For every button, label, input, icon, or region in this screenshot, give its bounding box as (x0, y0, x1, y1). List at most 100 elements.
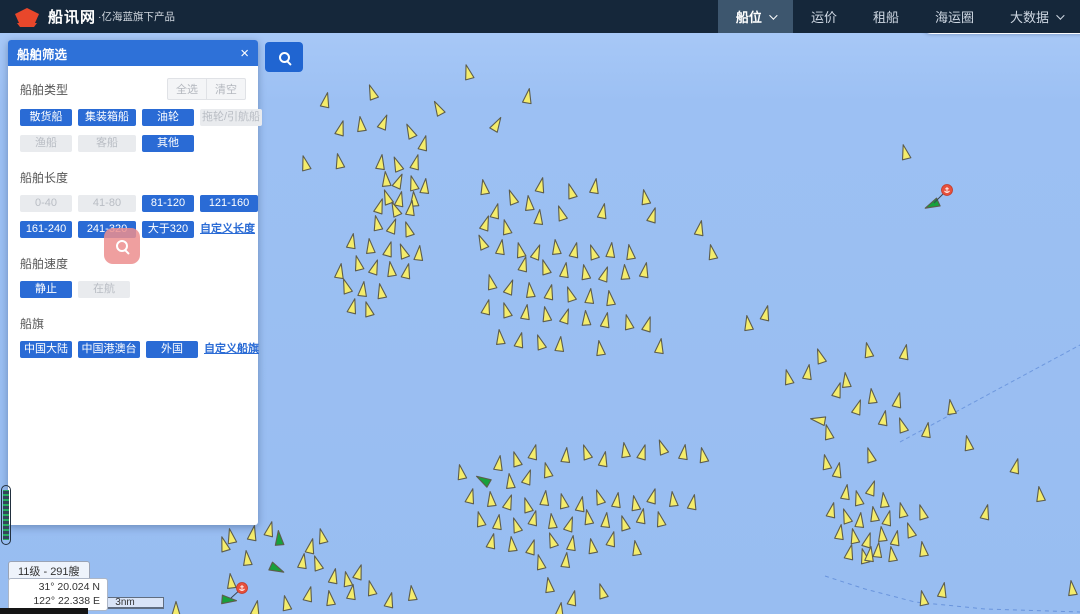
ship-marker[interactable] (222, 595, 237, 605)
ship-marker[interactable] (887, 546, 898, 562)
ship-marker[interactable] (903, 522, 916, 539)
ship-marker[interactable] (569, 242, 581, 258)
ship-marker[interactable] (579, 264, 590, 280)
ship-marker[interactable] (339, 278, 352, 295)
ship-marker[interactable] (465, 488, 477, 504)
ship-marker[interactable] (518, 256, 530, 272)
ship-marker[interactable] (533, 334, 546, 351)
ship-marker[interactable] (637, 444, 649, 460)
ship-marker[interactable] (563, 286, 576, 303)
ship-marker[interactable] (561, 447, 571, 462)
ship-marker[interactable] (622, 314, 634, 330)
ship-marker[interactable] (394, 191, 405, 207)
ship-marker[interactable] (852, 399, 865, 416)
ship-marker[interactable] (554, 205, 567, 222)
ship-marker[interactable] (620, 442, 631, 458)
flag-foreign-button[interactable]: 外国 (146, 341, 198, 358)
ship-marker[interactable] (494, 455, 505, 471)
ship-marker[interactable] (687, 494, 698, 510)
type-container-button[interactable]: 集装箱船 (78, 109, 136, 126)
type-passenger-button[interactable]: 客船 (78, 135, 136, 152)
ship-marker[interactable] (485, 274, 497, 290)
ship-marker[interactable] (1035, 486, 1046, 502)
ship-marker[interactable] (414, 245, 424, 260)
clear-button[interactable]: 清空 (207, 78, 246, 100)
ship-marker[interactable] (654, 511, 666, 527)
flag-china-mainland-button[interactable]: 中国大陆 (20, 341, 72, 358)
speed-static-button[interactable]: 静止 (20, 281, 72, 298)
ship-marker[interactable] (496, 239, 507, 255)
zoom-slider[interactable] (1, 485, 11, 545)
ship-marker[interactable] (247, 525, 258, 541)
ship-marker[interactable] (521, 304, 532, 320)
ship-marker[interactable] (625, 244, 636, 260)
ship-marker[interactable] (474, 473, 491, 488)
ship-marker[interactable] (475, 233, 489, 250)
ship-marker[interactable] (396, 242, 409, 259)
ship-marker[interactable] (873, 542, 883, 557)
ship-marker[interactable] (922, 422, 933, 438)
ship-marker[interactable] (384, 592, 396, 608)
ship-marker[interactable] (631, 540, 642, 556)
ship-marker[interactable] (567, 590, 579, 606)
ship-marker[interactable] (534, 209, 544, 224)
ship-marker[interactable] (325, 590, 336, 606)
flag-china-hmt-button[interactable]: 中国港澳台 (78, 341, 140, 358)
ship-marker[interactable] (879, 492, 889, 507)
ship-marker[interactable] (782, 369, 794, 385)
ship-marker[interactable] (810, 414, 826, 425)
ship-marker[interactable] (848, 528, 859, 544)
ship-marker[interactable] (605, 290, 616, 306)
ship-marker[interactable] (697, 447, 708, 463)
ship-marker[interactable] (668, 491, 678, 506)
ship-marker[interactable] (500, 302, 512, 318)
search-button[interactable] (265, 42, 303, 72)
ship-marker[interactable] (377, 113, 390, 130)
custom-flag-link[interactable]: 自定义船旗 (204, 341, 259, 358)
ship-marker[interactable] (392, 172, 406, 189)
ship-marker[interactable] (528, 510, 540, 526)
ship-marker[interactable] (877, 526, 887, 541)
ship-marker[interactable] (528, 444, 540, 460)
ship-marker[interactable] (867, 388, 877, 403)
ship-marker[interactable] (505, 188, 518, 205)
ship-marker[interactable] (510, 451, 522, 467)
ship-marker[interactable] (490, 203, 502, 219)
ship-marker[interactable] (371, 215, 382, 231)
ship-marker[interactable] (878, 410, 889, 426)
ship-marker[interactable] (618, 515, 630, 531)
ship-marker[interactable] (365, 238, 375, 253)
ship-marker[interactable] (486, 533, 498, 549)
ship-marker[interactable] (892, 392, 904, 408)
ship-marker[interactable] (407, 585, 417, 600)
ship-marker[interactable] (899, 344, 910, 360)
ship-marker[interactable] (595, 340, 606, 356)
nav-item-charter[interactable]: 租船 (855, 0, 917, 33)
ship-marker[interactable] (862, 532, 874, 548)
ship-marker[interactable] (655, 438, 668, 455)
ship-marker[interactable] (601, 512, 611, 527)
length-0-40-button[interactable]: 0-40 (20, 195, 72, 212)
ship-marker[interactable] (507, 536, 517, 551)
ship-marker[interactable] (333, 153, 344, 169)
ship-marker[interactable] (560, 262, 571, 278)
ship-marker[interactable] (320, 92, 331, 108)
ship-marker[interactable] (403, 122, 417, 139)
ship-marker[interactable] (524, 195, 534, 210)
ship-marker[interactable] (544, 577, 555, 593)
ship-marker[interactable] (620, 264, 630, 279)
ship-marker[interactable] (172, 602, 181, 614)
ship-marker[interactable] (455, 464, 466, 480)
ship-marker[interactable] (383, 241, 395, 257)
ship-marker[interactable] (386, 261, 397, 277)
nav-item-shipping-circle[interactable]: 海运圈 (917, 0, 992, 33)
speed-underway-button[interactable]: 在航 (78, 281, 130, 298)
ship-marker[interactable] (481, 299, 493, 315)
ship-marker[interactable] (938, 582, 949, 598)
ship-marker[interactable] (839, 508, 852, 525)
ship-marker[interactable] (946, 399, 957, 415)
ship-marker[interactable] (592, 489, 605, 506)
ship-marker[interactable] (862, 342, 873, 358)
ship-marker[interactable] (521, 497, 533, 513)
ship-marker[interactable] (890, 530, 901, 546)
